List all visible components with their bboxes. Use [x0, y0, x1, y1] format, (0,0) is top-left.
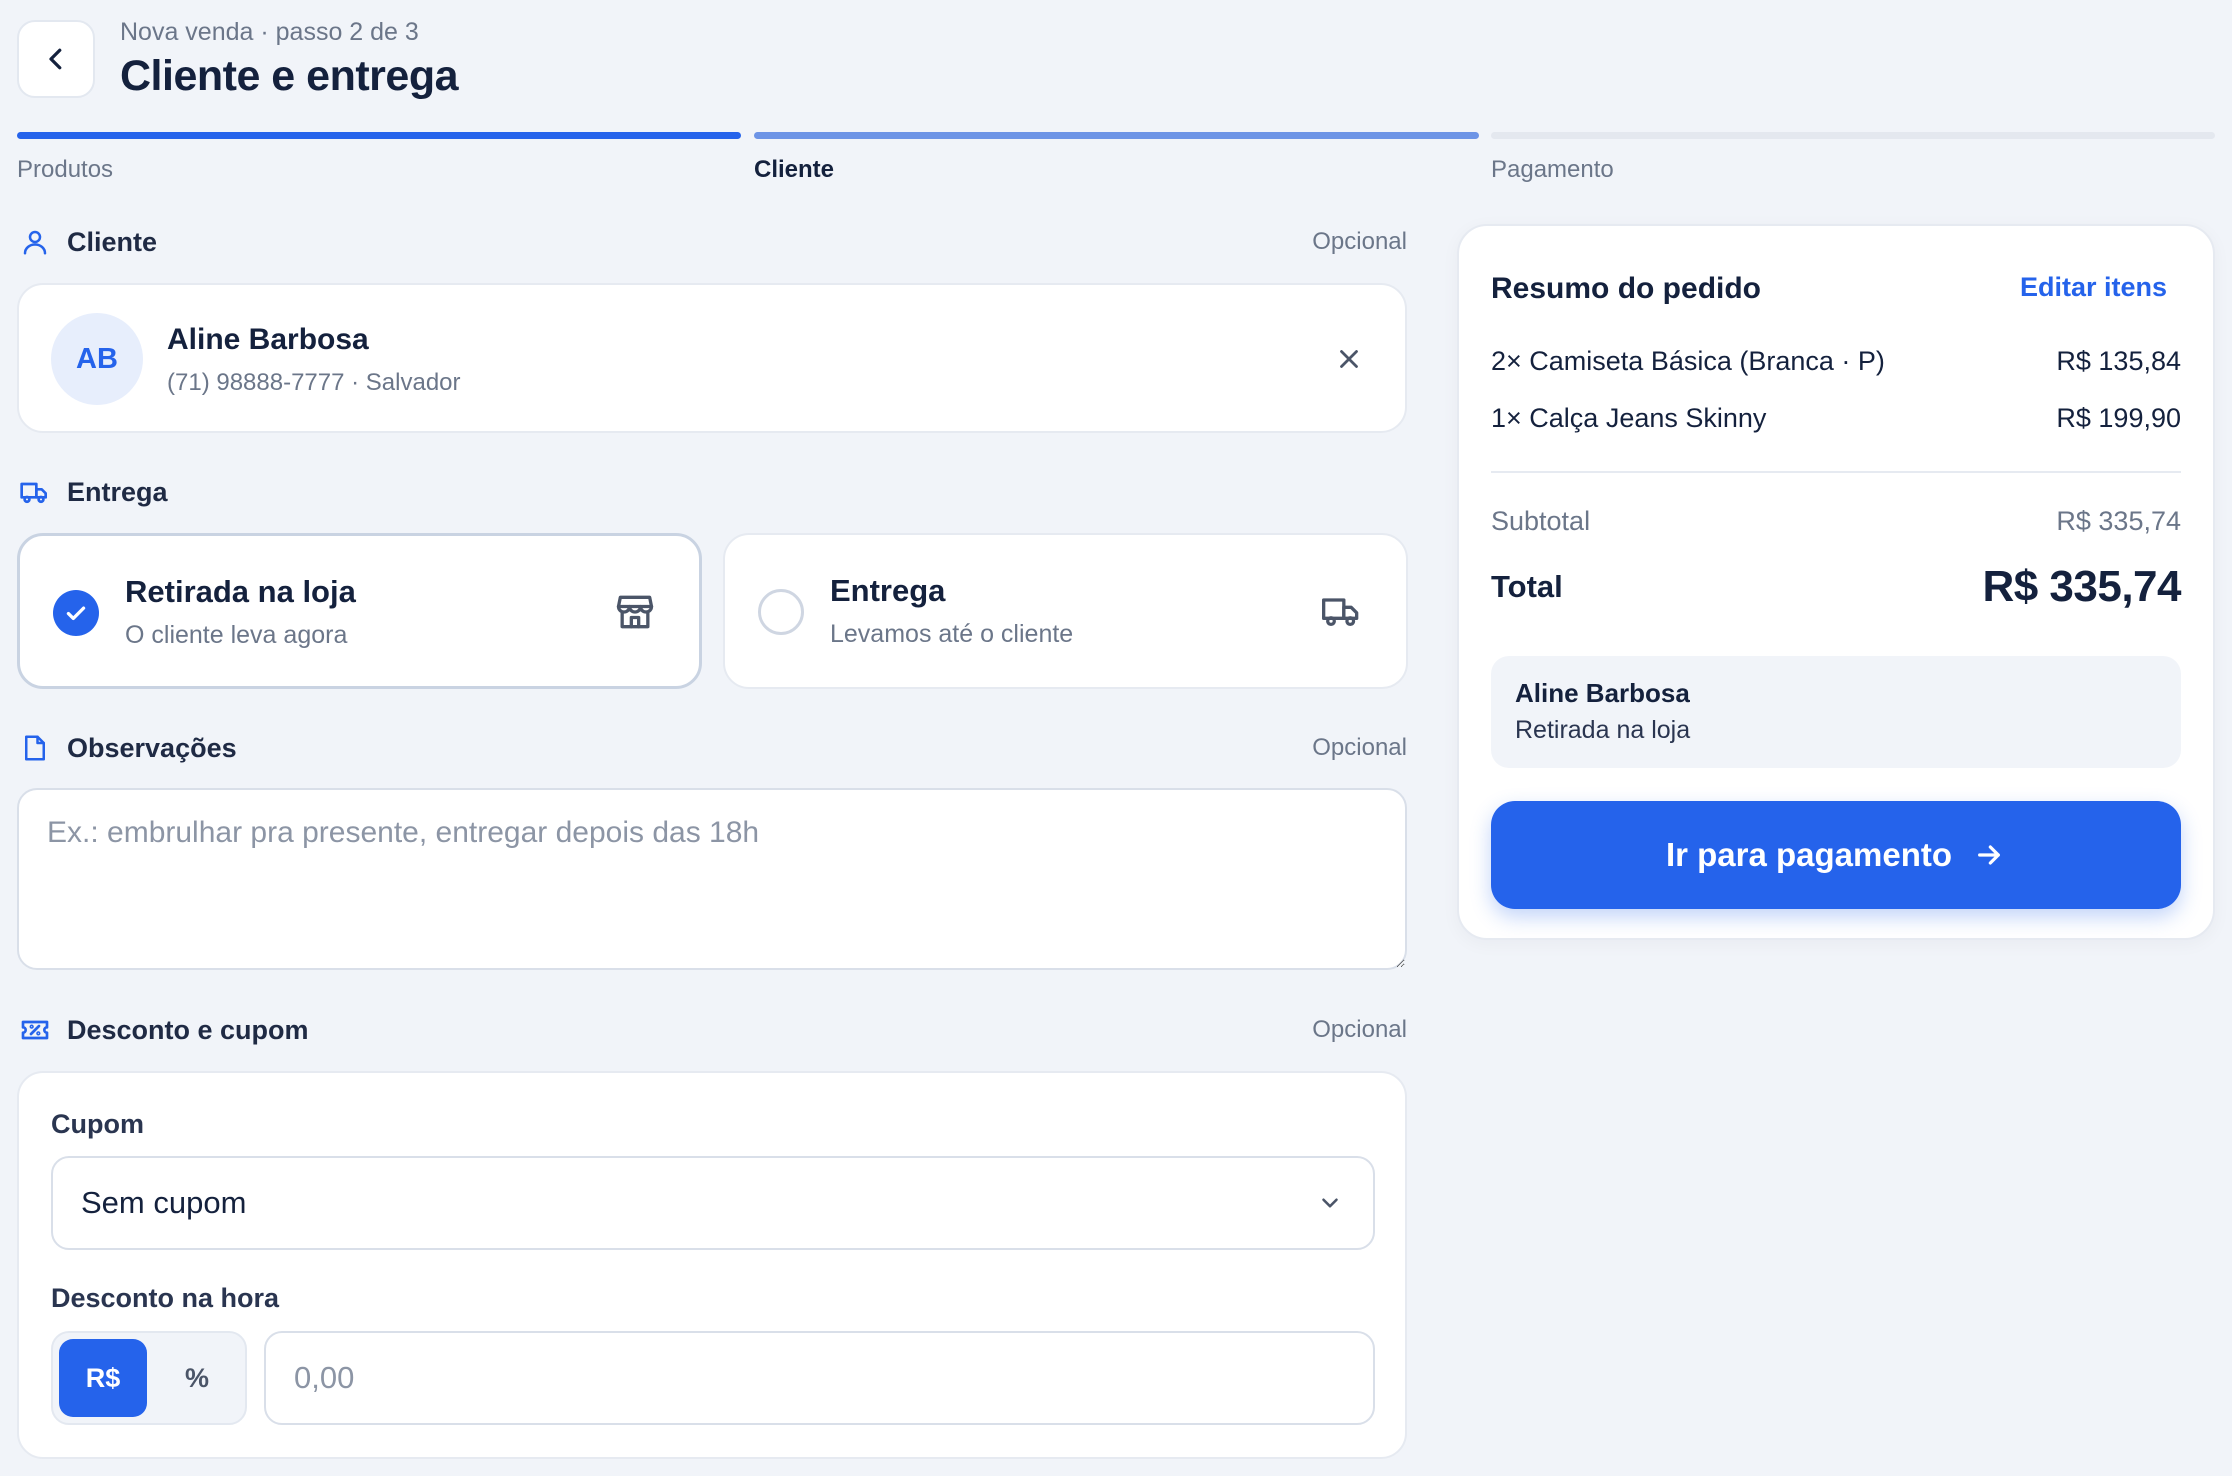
progress-label-products[interactable]: Produtos [17, 156, 113, 184]
remove-customer-button[interactable] [1327, 337, 1371, 381]
go-to-payment-button[interactable]: Ir para pagamento [1491, 801, 2181, 909]
summary-subtotal-row: Subtotal R$ 335,74 [1491, 506, 2181, 537]
arrow-right-icon [1972, 838, 2006, 872]
delivery-radio-unchecked[interactable] [758, 589, 804, 635]
discount-mode-currency[interactable]: R$ [59, 1339, 147, 1417]
customer-section-title: Cliente [67, 226, 158, 257]
delivery-option-delivery[interactable]: Entrega Levamos até o cliente [723, 533, 1408, 689]
summary-item: 2× Camiseta Básica (Branca · P) R$ 135,8… [1491, 346, 2181, 377]
truck-icon [17, 474, 53, 510]
notes-section-header: Observações Opcional [17, 728, 1407, 768]
page: Nova venda · passo 2 de 3 Cliente e entr… [0, 0, 2232, 1476]
discount-section-header: Desconto e cupom Opcional [17, 1010, 1407, 1050]
ticket-icon [17, 1012, 53, 1048]
notes-section-title: Observações [67, 732, 237, 763]
summary-customer-name: Aline Barbosa [1515, 678, 1690, 708]
discount-section-title: Desconto e cupom [67, 1014, 309, 1045]
store-icon [609, 586, 661, 638]
edit-items-link[interactable]: Editar itens [2020, 272, 2167, 303]
summary-customer-box: Aline Barbosa Retirada na loja [1491, 656, 2181, 768]
check-icon [66, 606, 86, 621]
notes-textarea[interactable] [17, 788, 1407, 970]
pickup-title: Retirada na loja [125, 574, 356, 609]
notes-optional-label: Opcional [1312, 734, 1407, 761]
subtotal-label: Subtotal [1491, 506, 1591, 536]
go-to-payment-label: Ir para pagamento [1665, 836, 1953, 873]
coupon-label: Cupom [51, 1109, 144, 1139]
delivery-subtitle: Levamos até o cliente [830, 620, 1074, 648]
delivery-title: Entrega [830, 573, 946, 608]
progress-label-customer[interactable]: Cliente [754, 156, 834, 184]
back-button[interactable] [17, 20, 95, 98]
close-icon [1340, 350, 1358, 368]
customer-optional-label: Opcional [1312, 228, 1407, 255]
summary-item: 1× Calça Jeans Skinny R$ 199,90 [1491, 403, 2181, 434]
total-value: R$ 335,74 [1982, 562, 2181, 611]
discount-amount-input[interactable] [264, 1331, 1375, 1425]
summary-title: Resumo do pedido [1491, 272, 1761, 305]
pickup-radio-checked[interactable] [53, 590, 99, 636]
progress-segment-customer [754, 132, 1479, 139]
chevron-left-icon [49, 48, 62, 70]
chevron-down-icon [1315, 1188, 1345, 1218]
progress-label-payment[interactable]: Pagamento [1491, 156, 1614, 184]
summary-divider [1491, 471, 2181, 473]
pickup-subtitle: O cliente leva agora [125, 621, 348, 649]
summary-item-amount: R$ 135,84 [2056, 346, 2181, 376]
discount-mode-percent[interactable]: % [153, 1339, 241, 1417]
user-icon [17, 224, 53, 260]
discount-now-label: Desconto na hora [51, 1283, 280, 1313]
summary-item-desc: 2× Camiseta Básica (Branca · P) [1491, 346, 1885, 376]
customer-section-header: Cliente Opcional [17, 222, 1407, 262]
delivery-section-title: Entrega [67, 476, 168, 507]
progress-segment-payment [1491, 132, 2215, 139]
delivery-section-header: Entrega [17, 472, 1407, 512]
progress-segment-products [17, 132, 741, 139]
subtotal-value: R$ 335,74 [2056, 506, 2181, 536]
customer-name: Aline Barbosa [167, 323, 369, 356]
summary-total-row: Total R$ 335,74 [1491, 562, 2181, 612]
coupon-selected-value: Sem cupom [81, 1185, 247, 1220]
discount-mode-toggle: R$ % [51, 1331, 247, 1425]
summary-item-desc: 1× Calça Jeans Skinny [1491, 403, 1767, 433]
coupon-select[interactable]: Sem cupom [51, 1156, 1375, 1250]
truck-icon [1316, 585, 1368, 637]
summary-item-amount: R$ 199,90 [2056, 403, 2181, 433]
summary-delivery-mode: Retirada na loja [1515, 716, 1691, 744]
total-label: Total [1491, 569, 1563, 604]
discount-card: Cupom Sem cupom Desconto na hora R$ % [17, 1071, 1407, 1459]
customer-card: AB Aline Barbosa (71) 98888-7777 · Salva… [17, 283, 1407, 433]
order-summary-card: Resumo do pedido Editar itens 2× Camiset… [1457, 224, 2215, 940]
page-title: Cliente e entrega [120, 52, 459, 100]
avatar: AB [51, 313, 143, 405]
customer-details: (71) 98888-7777 · Salvador [167, 369, 461, 396]
discount-optional-label: Opcional [1312, 1016, 1407, 1043]
document-icon [17, 730, 53, 766]
delivery-option-pickup[interactable]: Retirada na loja O cliente leva agora [17, 533, 702, 689]
step-label: Nova venda · passo 2 de 3 [120, 18, 419, 46]
